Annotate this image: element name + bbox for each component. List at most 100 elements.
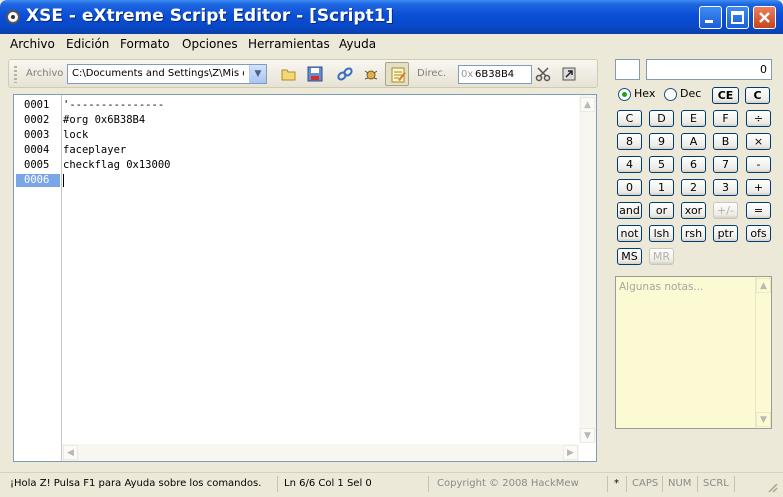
maximize-button[interactable] (726, 6, 749, 29)
memory-recall-button[interactable]: MR (649, 248, 674, 265)
scissors-icon[interactable] (534, 65, 552, 83)
horizontal-scrollbar[interactable]: ◀ ▶ (62, 444, 579, 461)
script-editor[interactable]: 0001 0002 0003 0004 0005 0006 '---------… (13, 94, 597, 462)
digit-f-button[interactable]: F (713, 110, 738, 127)
code-line[interactable]: '--------------- (63, 99, 164, 112)
address-value: 6B38B4 (475, 69, 515, 80)
scroll-up-icon[interactable]: ▲ (580, 97, 595, 112)
line-number: 0001 (24, 99, 50, 111)
resize-grip-icon[interactable] (766, 481, 779, 494)
status-divider (734, 476, 735, 492)
app-icon[interactable] (6, 10, 20, 24)
close-button[interactable] (753, 6, 776, 29)
code-line[interactable]: faceplayer (63, 144, 126, 157)
status-caps: CAPS (632, 478, 659, 489)
calculator-display: 0 (646, 59, 772, 80)
file-path-select[interactable]: C:\Documents and Settings\Z\Mis do ▼ (67, 64, 267, 84)
menu-formato[interactable]: Formato (120, 37, 170, 51)
digit-9-button[interactable]: 9 (649, 133, 674, 150)
clear-button[interactable]: C (745, 87, 770, 104)
debug-icon[interactable] (362, 65, 380, 83)
current-line-number: 0006 (16, 174, 60, 187)
clear-entry-button[interactable]: CE (712, 87, 739, 104)
digit-d-button[interactable]: D (649, 110, 674, 127)
status-bar: ¡Hola Z! Pulsa F1 para Ayuda sobre los c… (0, 472, 783, 497)
notes-scrollbar[interactable]: ▲ ▼ (755, 277, 771, 428)
minus-button[interactable]: - (746, 156, 771, 173)
code-line[interactable]: #org 0x6B38B4 (63, 114, 145, 127)
digit-b-button[interactable]: B (713, 133, 738, 150)
line-number-gutter: 0001 0002 0003 0004 0005 0006 (14, 95, 62, 461)
chevron-down-icon[interactable]: ▼ (249, 65, 266, 83)
xor-button[interactable]: xor (681, 202, 706, 219)
extract-icon[interactable] (560, 65, 578, 83)
divide-button[interactable]: ÷ (746, 110, 771, 127)
digit-5-button[interactable]: 5 (649, 156, 674, 173)
plus-button[interactable]: + (746, 179, 771, 196)
window-title: XSE - eXtreme Script Editor - [Script1] (26, 6, 394, 26)
maximize-icon (731, 11, 744, 24)
text-caret (63, 174, 64, 187)
address-input[interactable]: 0x 6B38B4 (458, 65, 532, 84)
direc-label: Direc. (417, 68, 447, 79)
sign-toggle-button[interactable]: +/- (713, 202, 738, 219)
line-number: 0002 (24, 114, 50, 126)
and-button[interactable]: and (617, 202, 642, 219)
status-divider (277, 476, 278, 492)
minimize-button[interactable] (699, 6, 722, 29)
notepad-icon (391, 67, 406, 83)
vertical-scrollbar[interactable]: ▲ ▼ (579, 95, 596, 443)
open-folder-icon[interactable] (280, 65, 298, 83)
title-bar[interactable]: XSE - eXtreme Script Editor - [Script1] (0, 0, 783, 34)
menu-edicion[interactable]: Edición (66, 37, 109, 51)
status-help-text: ¡Hola Z! Pulsa F1 para Ayuda sobre los c… (10, 478, 262, 489)
toolbar-grip[interactable] (14, 66, 17, 83)
line-number: 0005 (24, 159, 50, 171)
close-icon (759, 12, 770, 23)
ofs-button[interactable]: ofs (746, 225, 771, 242)
digit-1-button[interactable]: 1 (649, 179, 674, 196)
rsh-button[interactable]: rsh (681, 225, 706, 242)
menu-opciones[interactable]: Opciones (182, 37, 238, 51)
lsh-button[interactable]: lsh (649, 225, 674, 242)
scroll-left-icon[interactable]: ◀ (63, 445, 78, 460)
script-editor-toggle[interactable] (385, 62, 409, 86)
notes-placeholder: Algunas notas... (619, 281, 704, 293)
digit-2-button[interactable]: 2 (681, 179, 706, 196)
toolbar: Archivo C:\Documents and Settings\Z\Mis … (8, 59, 598, 88)
multiply-button[interactable]: × (746, 133, 771, 150)
scroll-up-icon[interactable]: ▲ (756, 278, 771, 293)
archivo-label: Archivo (26, 68, 64, 79)
digit-3-button[interactable]: 3 (713, 179, 738, 196)
digit-a-button[interactable]: A (681, 133, 706, 150)
compile-link-icon[interactable] (336, 65, 354, 83)
status-divider (697, 476, 698, 492)
status-divider (607, 476, 608, 492)
menu-herramientas[interactable]: Herramientas (248, 37, 330, 51)
digit-4-button[interactable]: 4 (617, 156, 642, 173)
digit-e-button[interactable]: E (681, 110, 706, 127)
scroll-down-icon[interactable]: ▼ (756, 412, 771, 427)
menu-ayuda[interactable]: Ayuda (339, 37, 376, 51)
digit-0-button[interactable]: 0 (617, 179, 642, 196)
file-path-value: C:\Documents and Settings\Z\Mis do (72, 68, 244, 79)
code-line[interactable]: lock (63, 129, 88, 142)
memory-store-button[interactable]: MS (617, 248, 642, 265)
equals-button[interactable]: = (746, 202, 771, 219)
ptr-button[interactable]: ptr (713, 225, 738, 242)
status-modified: * (614, 478, 619, 489)
code-line[interactable]: checkflag 0x13000 (63, 159, 170, 172)
menu-archivo[interactable]: Archivo (10, 37, 55, 51)
digit-c-button[interactable]: C (617, 110, 642, 127)
digit-7-button[interactable]: 7 (713, 156, 738, 173)
scroll-down-icon[interactable]: ▼ (580, 428, 595, 443)
dec-label: Dec (680, 87, 702, 100)
address-prefix: 0x (461, 69, 474, 80)
digit-6-button[interactable]: 6 (681, 156, 706, 173)
or-button[interactable]: or (649, 202, 674, 219)
digit-8-button[interactable]: 8 (617, 133, 642, 150)
not-button[interactable]: not (617, 225, 642, 242)
save-icon[interactable] (306, 65, 324, 83)
notes-textarea[interactable]: Algunas notas... ▲ ▼ (615, 276, 772, 429)
scroll-right-icon[interactable]: ▶ (563, 445, 578, 460)
